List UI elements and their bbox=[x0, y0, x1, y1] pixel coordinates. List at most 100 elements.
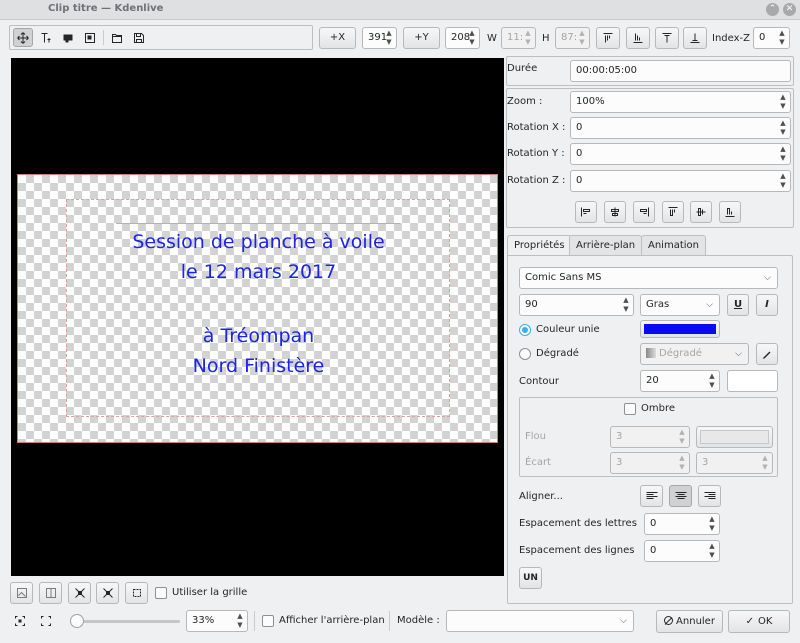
zoom-slider-track[interactable] bbox=[70, 620, 180, 623]
ok-button[interactable]: ✓ OK bbox=[728, 610, 790, 633]
transform-panel: Zoom : 100% ▲ ▼ Rotation X : 0 ▲ ▼ Rotation … bbox=[506, 88, 794, 228]
background-image-button[interactable] bbox=[10, 582, 33, 604]
restore-button[interactable]: ⌃ bbox=[766, 3, 779, 16]
add-y-button[interactable]: +Y bbox=[403, 27, 440, 49]
duration-input[interactable]: 00:00:05:00 bbox=[570, 60, 791, 82]
align-bottom-edge-icon bbox=[725, 208, 735, 217]
align-bottom-edge-button[interactable] bbox=[719, 201, 741, 223]
title-text-line-5[interactable]: Nord Finistère bbox=[18, 351, 499, 382]
zoom-percent-spin-icon[interactable]: ▲ ▼ bbox=[235, 612, 245, 630]
text-align-left-icon bbox=[646, 492, 657, 499]
line-spacing-spin-icon[interactable]: ▲ ▼ bbox=[707, 542, 717, 560]
zindex-input[interactable]: 0 ▲ ▼ bbox=[753, 27, 790, 49]
italic-button[interactable]: I bbox=[756, 294, 778, 316]
letter-spacing-spin-icon[interactable]: ▲ ▼ bbox=[707, 515, 717, 533]
shadow-color-button bbox=[696, 426, 773, 448]
zoom-spin-icon[interactable]: ▲ ▼ bbox=[778, 93, 788, 111]
blur-label: Flou bbox=[525, 431, 546, 442]
rotation-z-spin-icon[interactable]: ▲ ▼ bbox=[778, 172, 788, 190]
text-align-right-icon bbox=[704, 492, 715, 499]
rotation-y-input[interactable]: 0 ▲ ▼ bbox=[570, 143, 791, 165]
outline-spin-icon[interactable]: ▲ ▼ bbox=[707, 372, 717, 390]
split-view-button[interactable] bbox=[39, 582, 62, 604]
text-align-left-button[interactable] bbox=[640, 485, 663, 507]
fit-frame-button[interactable] bbox=[125, 582, 148, 604]
solid-color-radio[interactable] bbox=[519, 324, 531, 336]
title-text-line-1[interactable]: Session de planche à voile bbox=[18, 227, 499, 258]
center-vertical-button[interactable] bbox=[96, 582, 119, 604]
tab-animation[interactable]: Animation bbox=[641, 235, 706, 255]
align-right-icon bbox=[640, 207, 649, 217]
y-position-input[interactable]: 208 ▲ ▼ bbox=[445, 27, 480, 49]
properties-tab-panel: Comic Sans MS ⌵ 90 ▲ ▼ Gras ⌵ U I Couleur un… bbox=[507, 255, 793, 604]
zindex-spin-icon[interactable]: ▲ ▼ bbox=[777, 29, 787, 47]
add-x-button[interactable]: +X bbox=[319, 27, 356, 49]
template-select[interactable]: ⌵ bbox=[446, 610, 634, 632]
lower-item-button[interactable] bbox=[683, 27, 707, 49]
typewriter-button[interactable]: UN bbox=[519, 567, 542, 589]
font-size-input[interactable]: 90 ▲ ▼ bbox=[519, 294, 634, 316]
zoom-slider-handle[interactable] bbox=[70, 614, 84, 628]
underline-button[interactable]: U bbox=[727, 294, 749, 316]
chevron-down-icon: ⌵ bbox=[706, 300, 713, 310]
save-document-button[interactable] bbox=[129, 28, 149, 47]
align-vcenter-button[interactable] bbox=[690, 201, 712, 223]
tab-background[interactable]: Arrière-plan bbox=[569, 235, 643, 255]
title-canvas[interactable]: Session de planche à voile le 12 mars 20… bbox=[11, 58, 504, 576]
text-align-right-button[interactable] bbox=[698, 485, 721, 507]
cancel-button[interactable]: Annuler bbox=[656, 610, 723, 633]
align-bottom-icon bbox=[633, 33, 643, 43]
show-background-checkbox[interactable] bbox=[262, 615, 274, 627]
align-top-edge-button[interactable] bbox=[662, 201, 684, 223]
align-top-button[interactable] bbox=[596, 27, 620, 49]
rotation-y-spin-icon[interactable]: ▲ ▼ bbox=[778, 145, 788, 163]
font-weight-select[interactable]: Gras ⌵ bbox=[640, 294, 720, 316]
raise-item-button[interactable] bbox=[655, 27, 679, 49]
align-hcenter-button[interactable] bbox=[604, 201, 626, 223]
font-color-button[interactable] bbox=[640, 320, 720, 338]
use-grid-label: Utiliser la grille bbox=[172, 587, 248, 598]
letter-spacing-input[interactable]: 0 ▲ ▼ bbox=[644, 513, 720, 535]
x-spin-icon[interactable]: ▲ ▼ bbox=[384, 29, 394, 47]
font-select[interactable]: Comic Sans MS ⌵ bbox=[519, 267, 778, 289]
height-input: 87: ▲ ▼ bbox=[555, 27, 590, 49]
zoom-percent-input[interactable]: 33% ▲ ▼ bbox=[186, 610, 248, 632]
tool-bar bbox=[9, 25, 313, 50]
use-grid-checkbox[interactable] bbox=[155, 587, 167, 599]
rotation-z-input[interactable]: 0 ▲ ▼ bbox=[570, 170, 791, 192]
close-button[interactable]: ✕ bbox=[783, 3, 796, 16]
select-tool-button[interactable] bbox=[13, 28, 33, 47]
center-horizontal-button[interactable] bbox=[68, 582, 91, 604]
outline-color-button[interactable] bbox=[727, 370, 778, 392]
edit-gradient-button[interactable] bbox=[756, 343, 778, 365]
image-tool-button[interactable] bbox=[80, 28, 100, 47]
text-tool-button[interactable] bbox=[36, 28, 56, 47]
outline-width-input[interactable]: 20 ▲ ▼ bbox=[640, 370, 720, 392]
gradient-radio[interactable] bbox=[519, 348, 531, 360]
gradient-icon bbox=[646, 348, 656, 358]
open-document-button[interactable] bbox=[107, 28, 127, 47]
zoom-original-button[interactable] bbox=[36, 611, 56, 631]
title-text-line-4[interactable]: à Tréompan bbox=[18, 321, 499, 352]
text-align-center-button[interactable] bbox=[669, 485, 692, 507]
line-spacing-input[interactable]: 0 ▲ ▼ bbox=[644, 540, 720, 562]
rotation-x-input[interactable]: 0 ▲ ▼ bbox=[570, 117, 791, 139]
title-text-line-2[interactable]: le 12 mars 2017 bbox=[18, 257, 499, 288]
zoom-fit-button[interactable] bbox=[10, 611, 30, 631]
rect-tool-button[interactable] bbox=[58, 28, 78, 47]
align-right-button[interactable] bbox=[633, 201, 655, 223]
y-spin-icon[interactable]: ▲ ▼ bbox=[467, 29, 477, 47]
align-bottom-button[interactable] bbox=[626, 27, 650, 49]
move-icon bbox=[17, 32, 29, 43]
shadow-label: Ombre bbox=[641, 403, 676, 414]
shadow-checkbox[interactable] bbox=[624, 403, 636, 415]
tab-properties[interactable]: Propriétés bbox=[507, 235, 572, 256]
align-top-edge-icon bbox=[668, 207, 678, 216]
zoom-input[interactable]: 100% ▲ ▼ bbox=[570, 91, 791, 113]
rotation-x-spin-icon[interactable]: ▲ ▼ bbox=[778, 119, 788, 137]
crosshair-icon bbox=[102, 588, 113, 598]
align-left-button[interactable] bbox=[575, 201, 597, 223]
font-size-spin-icon[interactable]: ▲ ▼ bbox=[621, 296, 631, 314]
x-position-input[interactable]: 391 ▲ ▼ bbox=[362, 27, 397, 49]
rotation-z-label: Rotation Z : bbox=[507, 175, 566, 186]
